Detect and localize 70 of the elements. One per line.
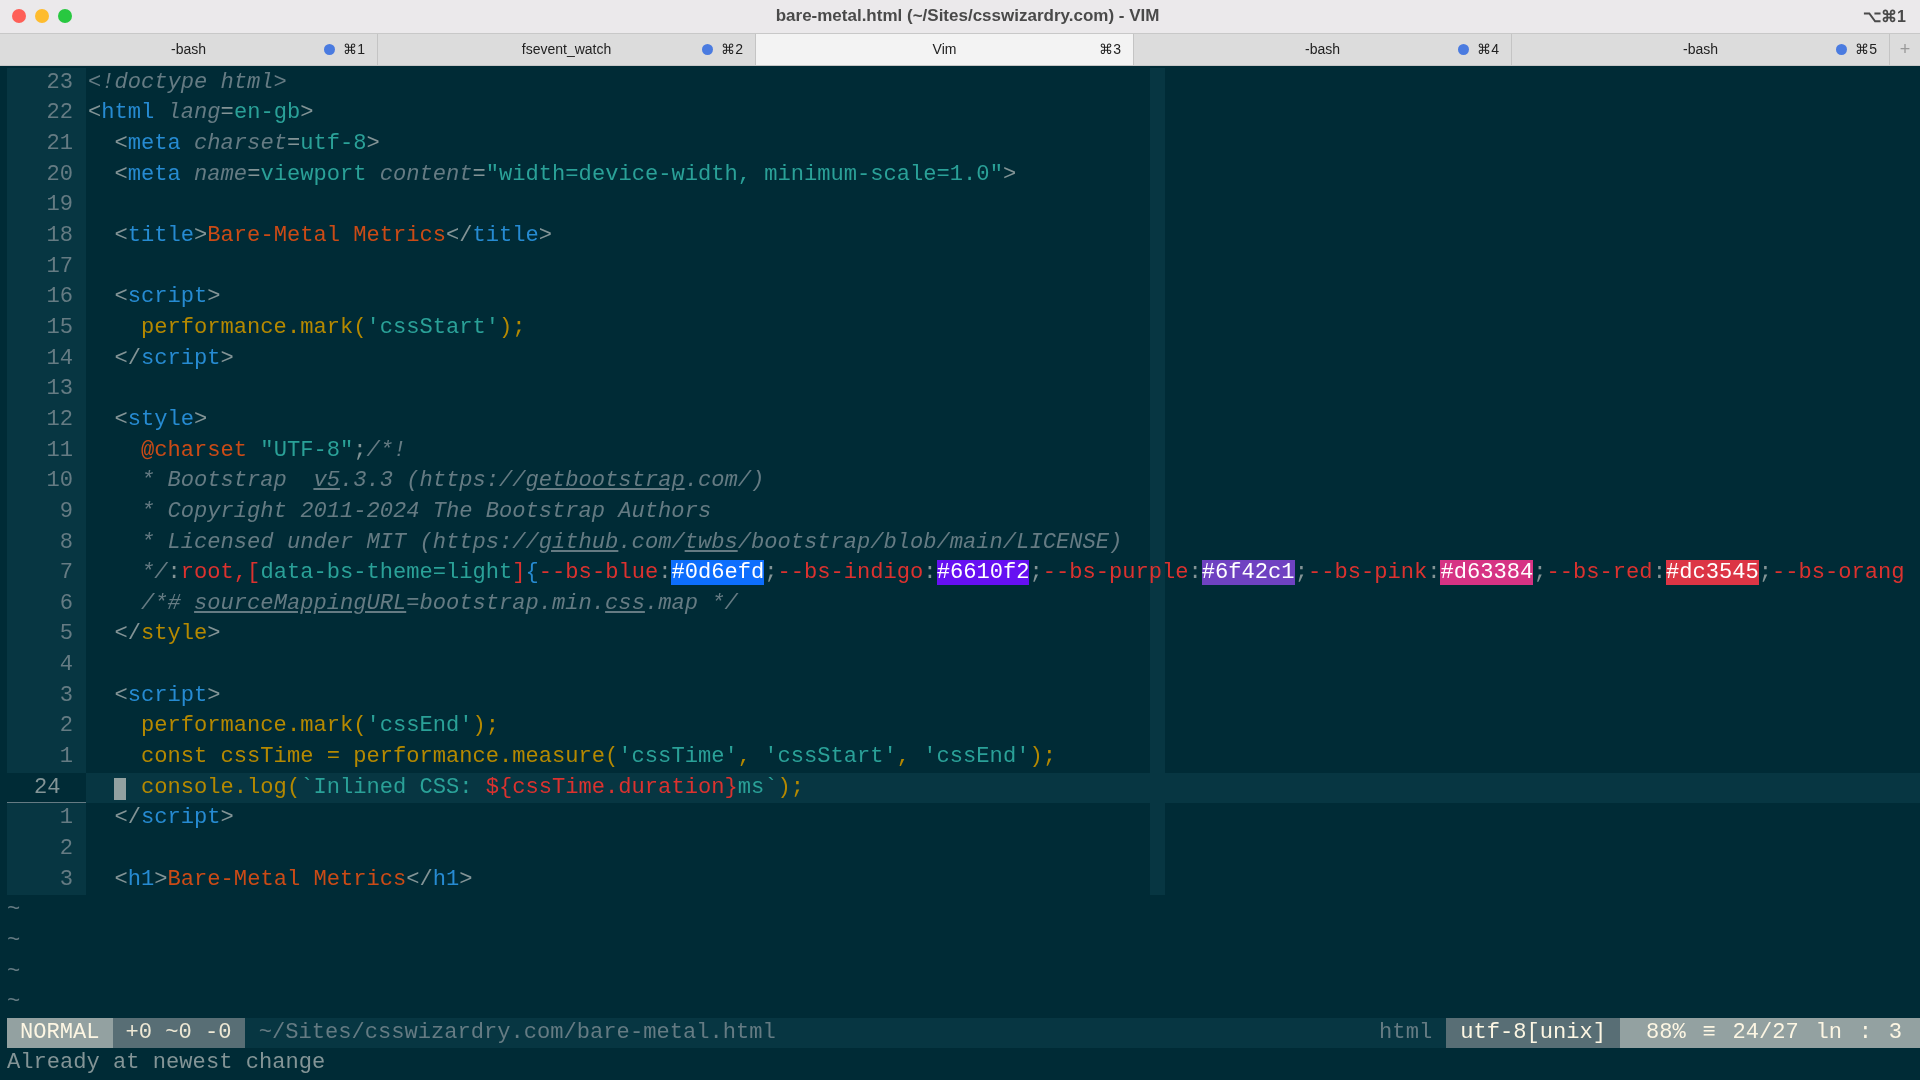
line-number: 1	[7, 742, 86, 773]
line-number: 22	[7, 98, 86, 129]
empty-line-marker: ~	[6, 927, 22, 956]
empty-line-marker: ~	[6, 988, 22, 1017]
line-number: 12	[7, 404, 86, 436]
code-line: <html lang=en-gb>	[87, 99, 315, 128]
line-number: 13	[7, 374, 86, 405]
close-button[interactable]	[12, 9, 26, 24]
code-line: <meta charset=utf-8>	[113, 129, 381, 158]
code-line: <style>	[113, 405, 209, 434]
line-number: 16	[7, 282, 86, 313]
line-number: 2	[7, 711, 86, 743]
code-line: const cssTime = performance.measure('cssTime', 'cssStart', 'cssEnd');	[140, 743, 1057, 772]
mode-indicator: NORMAL	[7, 1018, 113, 1048]
code-line: */:root,[data-bs-theme=light]{--bs-blue:#0d6efd;--bs-indigo:#6610f2;--bs-purple:#6f42c1;--bs-pink:#d63384;--bs-red:#dc3545;--bs-orang	[140, 559, 1906, 588]
code-line: <script>	[113, 681, 222, 710]
line-number: 15	[7, 312, 86, 344]
terminal-tab[interactable]: Vim ⌘3	[756, 33, 1134, 65]
code-line: <!doctype html>	[87, 68, 288, 97]
line-number: 17	[7, 251, 86, 283]
code-line: /*# sourceMappingURL=bootstrap.min.css.map */	[140, 589, 740, 618]
line-number: 11	[7, 435, 86, 467]
code-line: * Licensed under MIT (https://github.com/twbs/bootstrap/blob/main/LICENSE)	[140, 528, 1124, 557]
code-line: </script>	[113, 344, 235, 373]
line-number: 4	[7, 650, 86, 681]
code-line: @charset "UTF-8";/*!	[140, 436, 408, 465]
code-line: <title>Bare-Metal Metrics</title>	[113, 221, 554, 250]
line-number: 8	[7, 527, 86, 559]
line-number: 9	[7, 496, 86, 528]
code-line: </script>	[113, 804, 235, 833]
line-number: 5	[7, 619, 86, 651]
diff-summary: +0 ~0 -0	[112, 1018, 245, 1048]
scroll-percent: 88%	[1646, 1019, 1686, 1047]
line-number: 18	[7, 220, 86, 252]
code-line: <script>	[113, 283, 222, 312]
line-number: 20	[7, 159, 86, 191]
code-line: * Bootstrap v5.3.3 (https://getbootstrap.com/)	[140, 467, 766, 496]
window-shortcut: ⌥⌘1	[1863, 6, 1907, 26]
separator: :	[1858, 1019, 1872, 1047]
line-number: 1	[7, 803, 86, 835]
line-number: 3	[7, 680, 86, 712]
file-path: ~/Sites/csswizardry.com/bare-metal.html	[257, 1019, 777, 1047]
file-encoding: utf-8[unix]	[1446, 1018, 1620, 1048]
line-number: 7	[7, 558, 86, 589]
line-number: 3	[7, 864, 86, 896]
message-line: Already at newest change	[6, 1049, 327, 1077]
line-number: 21	[7, 128, 86, 160]
minimize-button[interactable]	[35, 9, 49, 24]
code-line: <h1>Bare-Metal Metrics</h1>	[113, 865, 474, 894]
code-line: * Copyright 2011-2024 The Bootstrap Authors	[140, 497, 713, 526]
line-number: 14	[7, 343, 86, 375]
line-number: 10	[7, 466, 86, 497]
code-line: performance.mark('cssEnd');	[140, 712, 501, 741]
code-line: </style>	[113, 620, 222, 649]
cursor-position: 24/27	[1732, 1019, 1799, 1047]
line-number: 23	[7, 67, 86, 99]
line-number: 6	[7, 588, 86, 620]
empty-line-marker: ~	[6, 957, 22, 986]
empty-line-marker: ~	[6, 896, 22, 925]
line-label: ln	[1815, 1019, 1843, 1047]
cursor	[114, 777, 126, 800]
window-title: bare-metal.html (~/Sites/csswizardry.com) - VIM	[774, 6, 1161, 27]
file-type: html	[1378, 1019, 1434, 1047]
code-line: <meta name=viewport content="width=device-width, minimum-scale=1.0">	[113, 160, 1018, 189]
line-number: 2	[7, 834, 86, 865]
line-number: 19	[7, 190, 86, 221]
zoom-button[interactable]	[58, 9, 72, 24]
menu-glyph: ≡	[1702, 1019, 1716, 1047]
code-line: performance.mark('cssStart');	[140, 313, 527, 342]
column-number: 3	[1888, 1019, 1902, 1047]
